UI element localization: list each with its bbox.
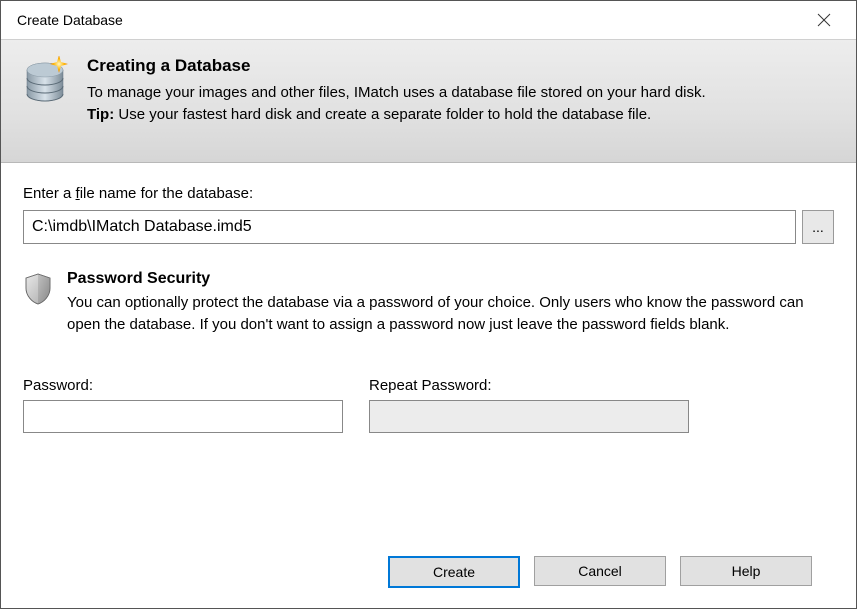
file-label: Enter a file name for the database: [23,185,834,202]
create-button[interactable]: Create [388,556,520,588]
header-body: To manage your images and other files, I… [87,82,706,126]
shield-icon [23,270,53,309]
button-row: Create Cancel Help [23,538,834,608]
cancel-button[interactable]: Cancel [534,556,666,586]
browse-button[interactable]: ... [802,210,834,244]
header-text: Creating a Database To manage your image… [87,56,706,126]
database-icon [21,56,73,126]
password-section: Password Security You can optionally pro… [23,270,834,337]
header-panel: Creating a Database To manage your image… [1,39,856,163]
close-icon [817,13,831,27]
repeat-password-input [369,400,689,433]
tip-label: Tip: [87,106,114,123]
titlebar: Create Database [1,1,856,39]
header-heading: Creating a Database [87,56,706,76]
help-button[interactable]: Help [680,556,812,586]
file-row: ... [23,210,834,244]
password-text: Password Security You can optionally pro… [67,270,834,337]
tip-body: Use your fastest hard disk and create a … [114,106,651,123]
close-button[interactable] [804,5,844,35]
password-col: Password: [23,377,343,433]
password-fields-row: Password: Repeat Password: [23,377,834,433]
create-database-dialog: Create Database [0,0,857,609]
database-path-input[interactable] [23,210,796,244]
password-desc: You can optionally protect the database … [67,292,834,337]
window-title: Create Database [17,12,123,28]
repeat-password-label: Repeat Password: [369,377,689,394]
content-area: Enter a file name for the database: ... [1,163,856,609]
password-input[interactable] [23,400,343,433]
password-label: Password: [23,377,343,394]
repeat-password-col: Repeat Password: [369,377,689,433]
password-heading: Password Security [67,270,834,288]
